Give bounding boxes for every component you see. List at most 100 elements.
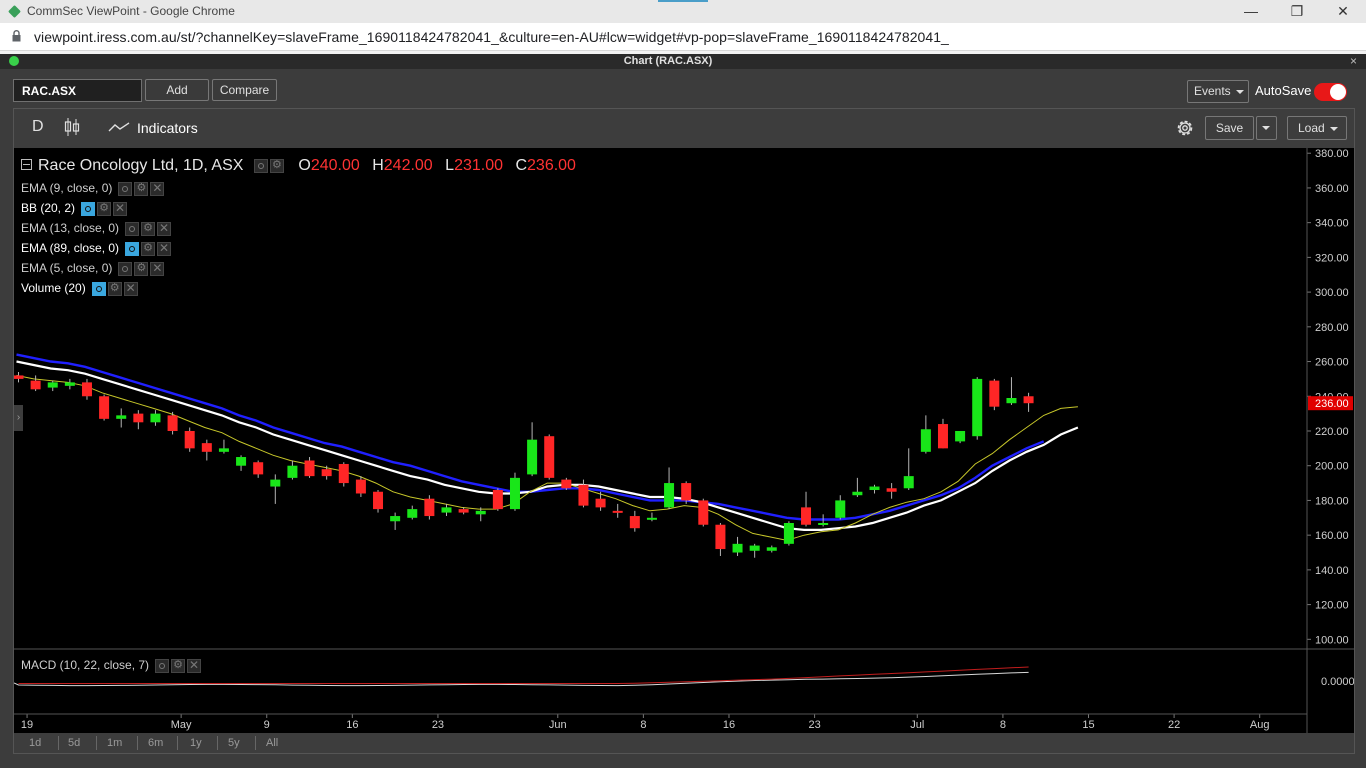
candle-body xyxy=(544,436,555,478)
panel-expand-handle[interactable]: › xyxy=(14,405,23,431)
close-icon[interactable]: ✕ xyxy=(1320,1,1366,21)
candle-body xyxy=(509,477,520,510)
x-tick-label: Jun xyxy=(549,719,567,731)
lock-icon[interactable] xyxy=(12,30,21,42)
range-1y[interactable]: 1y xyxy=(190,737,202,749)
add-button[interactable]: Add xyxy=(145,79,209,101)
candle-body xyxy=(407,509,418,518)
eye-icon[interactable] xyxy=(81,202,96,217)
x-tick-label: 9 xyxy=(264,719,270,731)
open-value: 240.00 xyxy=(310,157,360,175)
candle-body xyxy=(253,462,264,475)
eye-icon[interactable] xyxy=(125,242,140,257)
indicator-ema-13[interactable]: EMA (13, close, 0) ⚙ ✕ xyxy=(21,221,173,237)
candle-body xyxy=(47,382,58,388)
indicator-label: BB (20, 2) xyxy=(21,201,76,215)
x-tick-label: 19 xyxy=(21,719,33,731)
indicator-ema-89[interactable]: EMA (89, close, 0) ⚙ ✕ xyxy=(21,241,173,257)
candle-body xyxy=(150,413,161,423)
url-text[interactable]: viewpoint.iress.com.au/st/?channelKey=sl… xyxy=(34,29,949,45)
indicator-label: EMA (89, close, 0) xyxy=(21,241,120,255)
events-dropdown[interactable]: Events xyxy=(1187,80,1249,103)
load-label: Load xyxy=(1298,121,1325,135)
gear-icon[interactable]: ⚙ xyxy=(269,158,284,173)
candle-body xyxy=(852,491,863,496)
close-icon[interactable]: ✕ xyxy=(123,281,138,297)
gear-icon[interactable]: ⚙ xyxy=(97,202,112,217)
gear-icon[interactable]: ⚙ xyxy=(171,659,186,674)
eye-icon[interactable] xyxy=(125,222,140,237)
range-1d[interactable]: 1d xyxy=(29,737,41,749)
eye-icon[interactable] xyxy=(91,282,106,297)
indicator-volume[interactable]: Volume (20) ⚙ ✕ xyxy=(21,281,140,297)
widget-close-icon[interactable]: × xyxy=(1350,54,1357,68)
close-icon[interactable]: ✕ xyxy=(157,221,172,237)
minimize-icon[interactable]: — xyxy=(1228,1,1274,21)
gear-icon[interactable]: ⚙ xyxy=(107,282,122,297)
indicators-icon[interactable] xyxy=(108,121,130,133)
indicator-ema-9[interactable]: EMA (9, close, 0) ⚙ ✕ xyxy=(21,181,166,197)
eye-icon[interactable] xyxy=(118,182,133,197)
macd-pane: 0.0000 xyxy=(14,666,1354,688)
indicators-button[interactable]: Indicators xyxy=(137,120,198,136)
compare-button[interactable]: Compare xyxy=(212,79,277,101)
macd-legend[interactable]: MACD (10, 22, close, 7) ⚙ ✕ xyxy=(21,658,203,674)
range-all[interactable]: All xyxy=(266,737,278,749)
candle-body xyxy=(886,488,897,492)
gear-icon[interactable] xyxy=(1175,118,1195,138)
gear-icon[interactable]: ⚙ xyxy=(134,262,149,277)
y-tick-label: 360.00 xyxy=(1315,183,1349,195)
load-button[interactable]: Load xyxy=(1287,116,1347,140)
candle-body xyxy=(1006,398,1017,404)
close-icon[interactable]: ✕ xyxy=(187,658,202,674)
candle-body xyxy=(116,415,127,419)
chevron-down-icon xyxy=(1329,126,1338,131)
candle-body xyxy=(646,517,657,520)
close-icon[interactable]: ✕ xyxy=(113,201,128,217)
range-5y[interactable]: 5y xyxy=(228,737,240,749)
high-value: 242.00 xyxy=(383,157,433,175)
indicator-bb[interactable]: BB (20, 2) ⚙ ✕ xyxy=(21,201,129,217)
close-icon[interactable]: ✕ xyxy=(157,241,172,257)
candle-body xyxy=(14,375,24,379)
save-button[interactable]: Save xyxy=(1205,116,1254,140)
indicator-ema-5[interactable]: EMA (5, close, 0) ⚙ ✕ xyxy=(21,261,166,277)
widget-title: Chart (RAC.ASX) xyxy=(623,55,713,67)
candle-body xyxy=(715,524,726,550)
range-6m[interactable]: 6m xyxy=(148,737,163,749)
gear-icon[interactable]: ⚙ xyxy=(141,242,156,257)
interval-button[interactable]: D xyxy=(32,118,44,136)
close-icon[interactable]: ✕ xyxy=(150,261,165,277)
range-separator xyxy=(255,736,256,750)
range-5d[interactable]: 5d xyxy=(68,737,80,749)
chevron-down-icon xyxy=(1235,89,1244,94)
range-1m[interactable]: 1m xyxy=(107,737,122,749)
indicator-label: EMA (5, close, 0) xyxy=(21,261,113,275)
gear-icon[interactable]: ⚙ xyxy=(134,182,149,197)
x-tick-label: May xyxy=(171,719,192,731)
widget-header: Chart (RAC.ASX) × xyxy=(0,54,1366,69)
candle-body xyxy=(818,523,829,525)
close-icon[interactable]: ✕ xyxy=(150,181,165,197)
close-value: 236.00 xyxy=(527,157,576,175)
address-bar[interactable]: viewpoint.iress.com.au/st/?channelKey=sl… xyxy=(0,23,1366,51)
save-dropdown-button[interactable] xyxy=(1256,116,1277,140)
y-tick-label: 140.00 xyxy=(1315,565,1349,577)
candle-body xyxy=(167,415,178,431)
candle-body xyxy=(99,396,110,419)
gear-icon[interactable]: ⚙ xyxy=(141,222,156,237)
restore-icon[interactable]: ❐ xyxy=(1274,1,1320,21)
symbol-input[interactable]: RAC.ASX xyxy=(13,79,142,102)
candle-body xyxy=(612,510,623,513)
eye-icon[interactable] xyxy=(155,659,170,674)
eye-icon[interactable] xyxy=(118,262,133,277)
candle-body xyxy=(869,486,880,491)
eye-icon[interactable] xyxy=(253,158,268,173)
candle-body xyxy=(801,507,812,525)
autosave-toggle[interactable] xyxy=(1314,83,1347,101)
price-chart[interactable]: 380.00 360.00 340.00 320.00 300.00 280.00 260.… xyxy=(14,148,1354,733)
candle-body xyxy=(81,382,92,397)
candle-style-icon[interactable] xyxy=(64,117,80,137)
events-label: Events xyxy=(1194,84,1231,98)
collapse-icon[interactable] xyxy=(21,158,32,170)
